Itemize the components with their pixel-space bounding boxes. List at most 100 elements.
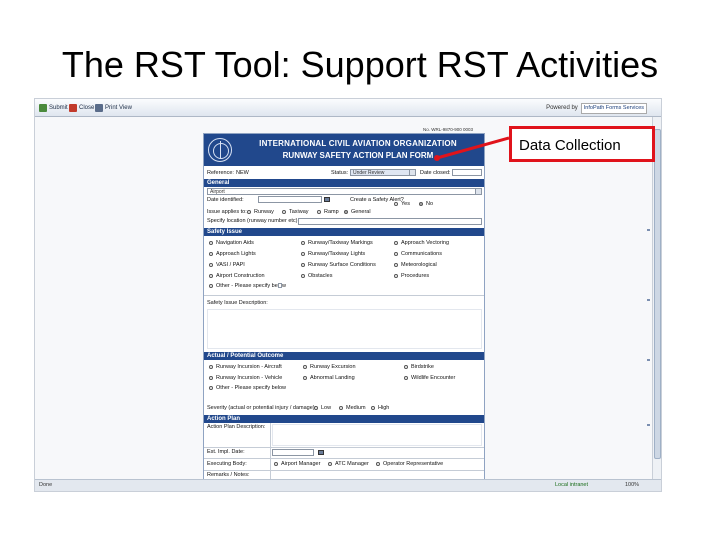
issue-approach-lights[interactable]: Approach Lights <box>209 251 256 258</box>
severity-low[interactable]: Low <box>314 405 331 412</box>
severity-medium[interactable]: Medium <box>339 405 366 412</box>
issue-label: Other - Please specify below <box>216 283 287 289</box>
applies-ramp-radio[interactable] <box>317 209 321 214</box>
issue-radio[interactable] <box>209 240 213 245</box>
calendar-icon[interactable] <box>324 197 330 202</box>
other-specify-input[interactable] <box>278 283 282 288</box>
executing-body-label: Executing Body: <box>207 461 247 467</box>
issue-label: Procedures <box>401 273 430 279</box>
issue-radio[interactable] <box>209 283 213 288</box>
issue-airport-construction[interactable]: Airport Construction <box>209 273 265 280</box>
location-input[interactable] <box>298 218 482 225</box>
outcome-radio[interactable] <box>209 375 213 380</box>
exec-airport-manager[interactable]: Airport Manager <box>274 461 320 468</box>
status-bar: Done Local intranet 100% <box>35 479 661 491</box>
issue-obstacles[interactable]: Obstacles <box>301 273 332 280</box>
est-impl-date-input[interactable] <box>272 449 314 456</box>
applies-ramp[interactable]: Ramp <box>317 209 339 216</box>
issue-surface[interactable]: Runway Surface Conditions <box>301 262 376 269</box>
scrollbar-thumb[interactable] <box>654 129 661 459</box>
outcome-birdstrike[interactable]: Birdstrike <box>404 364 434 371</box>
submit-button[interactable]: Submit <box>39 102 68 114</box>
divider <box>204 447 484 448</box>
outcome-excursion[interactable]: Runway Excursion <box>303 364 356 371</box>
outcome-radio[interactable] <box>404 375 408 380</box>
severity-high[interactable]: High <box>371 405 389 412</box>
severity-radio[interactable] <box>371 405 375 410</box>
outcome-incursion-aircraft[interactable]: Runway Incursion - Aircraft <box>209 364 282 371</box>
divider <box>270 423 271 481</box>
issue-radio[interactable] <box>209 273 213 278</box>
applies-taxiway[interactable]: Taxiway <box>282 209 309 216</box>
issue-approach-vectoring[interactable]: Approach Vectoring <box>394 240 449 247</box>
outcome-radio[interactable] <box>303 364 307 369</box>
outcome-incursion-vehicle[interactable]: Runway Incursion - Vehicle <box>209 375 282 382</box>
date-closed-input[interactable] <box>452 169 482 176</box>
issue-radio[interactable] <box>301 273 305 278</box>
outcome-radio[interactable] <box>303 375 307 380</box>
chevron-down-icon <box>409 170 415 175</box>
exec-radio[interactable] <box>376 461 380 466</box>
alert-yes-radio[interactable] <box>394 201 398 206</box>
slide-title: The RST Tool: Support RST Activities <box>61 44 659 85</box>
safety-issue-section-header: Safety Issue <box>204 228 484 236</box>
issue-radio[interactable] <box>301 240 305 245</box>
outcome-other[interactable]: Other - Please specify below <box>209 385 286 392</box>
issue-radio[interactable] <box>301 262 305 267</box>
issue-markings[interactable]: Runway/Taxiway Markings <box>301 240 373 247</box>
est-impl-date-label: Est. Impl. Date: <box>207 449 245 455</box>
zoom-level[interactable]: 100% <box>625 480 639 491</box>
applies-runway-radio[interactable] <box>247 209 251 214</box>
alert-no-radio[interactable] <box>419 201 423 206</box>
issue-vasi-papi[interactable]: VASI / PAPI <box>209 262 245 269</box>
status-select[interactable]: Under Review <box>350 169 416 176</box>
applies-general[interactable]: General <box>344 209 371 216</box>
issue-description-textarea[interactable] <box>207 309 482 349</box>
exec-radio[interactable] <box>274 461 278 466</box>
issue-radio[interactable] <box>394 251 398 256</box>
outcome-radio[interactable] <box>209 364 213 369</box>
exec-operator-rep[interactable]: Operator Representative <box>376 461 443 468</box>
infopath-logo: InfoPath Forms Services <box>580 102 647 114</box>
outcome-radio[interactable] <box>209 385 213 390</box>
alert-yes-option[interactable]: Yes <box>394 201 410 208</box>
issue-other[interactable]: Other - Please specify below <box>209 283 286 290</box>
form-toolbar: Submit Close Print View Powered by InfoP… <box>35 99 661 117</box>
issue-radio[interactable] <box>209 251 213 256</box>
severity-label: Severity (actual or potential injury / d… <box>207 405 317 411</box>
severity-radio[interactable] <box>314 405 318 410</box>
specify-location-label: Specify location (runway number etc): <box>207 218 300 224</box>
calendar-icon[interactable] <box>318 450 324 455</box>
issue-label: Approach Lights <box>216 251 256 257</box>
severity-radio[interactable] <box>339 405 343 410</box>
action-description-textarea[interactable] <box>272 424 482 446</box>
issue-navigation-aids[interactable]: Navigation Aids <box>209 240 254 247</box>
issue-radio[interactable] <box>209 262 213 267</box>
date-identified-input[interactable] <box>258 196 322 203</box>
outcome-label: Abnormal Landing <box>310 375 355 381</box>
applies-taxiway-radio[interactable] <box>282 209 286 214</box>
issue-procedures[interactable]: Procedures <box>394 273 429 280</box>
alert-no-option[interactable]: No <box>419 201 433 208</box>
exec-radio[interactable] <box>328 461 332 466</box>
outcome-abnormal-landing[interactable]: Abnormal Landing <box>303 375 355 382</box>
issue-radio[interactable] <box>394 273 398 278</box>
exec-label: ATC Manager <box>335 461 369 467</box>
issue-radio[interactable] <box>394 240 398 245</box>
exec-atc-manager[interactable]: ATC Manager <box>328 461 369 468</box>
close-button[interactable]: Close <box>69 102 94 114</box>
vertical-scrollbar[interactable] <box>652 117 661 481</box>
applies-runway[interactable]: Runway <box>247 209 274 216</box>
issue-meteorological[interactable]: Meteorological <box>394 262 437 269</box>
organization-name: INTERNATIONAL CIVIL AVIATION ORGANIZATIO… <box>259 139 457 148</box>
issue-radio[interactable] <box>301 251 305 256</box>
issue-communications[interactable]: Communications <box>394 251 442 258</box>
outcome-wildlife[interactable]: Wildlife Encounter <box>404 375 455 382</box>
applies-general-radio[interactable] <box>344 209 348 214</box>
airport-select[interactable]: Airport <box>207 188 482 195</box>
issue-lights[interactable]: Runway/Taxiway Lights <box>301 251 365 258</box>
print-view-button[interactable]: Print View <box>95 102 132 114</box>
outcome-radio[interactable] <box>404 364 408 369</box>
issue-label: Communications <box>401 251 442 257</box>
issue-radio[interactable] <box>394 262 398 267</box>
